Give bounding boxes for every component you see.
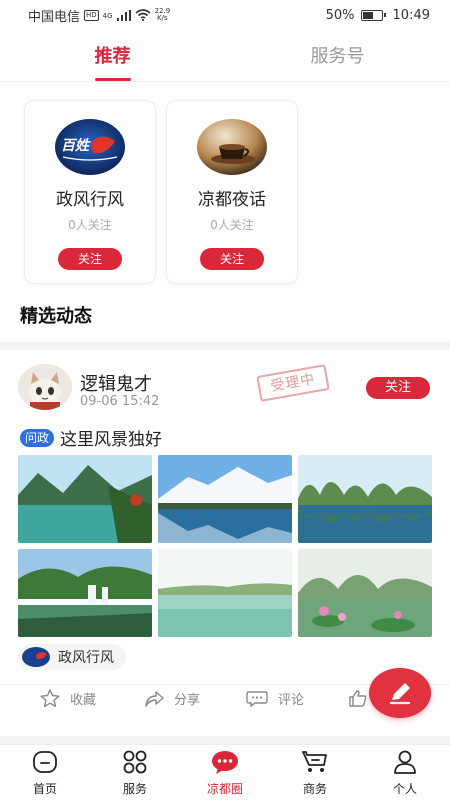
follower-count: 0人关注 <box>210 218 254 232</box>
grid-icon <box>123 750 147 774</box>
collect-label: 收藏 <box>70 693 97 708</box>
nav-label: 商务 <box>302 782 327 796</box>
section-divider <box>0 342 450 350</box>
photo-grid <box>18 455 432 637</box>
nav-circle[interactable]: 凉都圈 <box>180 745 270 800</box>
post-content[interactable]: 问政 这里风景独好 <box>20 425 162 450</box>
nav-divider <box>0 736 450 744</box>
follow-author-button[interactable]: 关注 <box>366 377 430 399</box>
chat-bubble-icon <box>212 751 238 774</box>
nav-label: 凉都圈 <box>206 782 243 796</box>
share-icon <box>145 690 164 707</box>
battery-percent: 50% <box>325 7 355 23</box>
follow-button[interactable]: 关注 <box>58 248 122 270</box>
account-name: 凉都夜话 <box>198 190 266 210</box>
wifi-icon <box>135 9 151 21</box>
account-card[interactable]: 凉都夜话 0人关注 关注 <box>166 100 298 284</box>
battery-icon <box>360 9 386 21</box>
channel-chip[interactable]: 政风行风 <box>18 644 126 670</box>
follow-button[interactable]: 关注 <box>200 248 264 270</box>
top-tabs: 推荐 服务号 <box>0 38 450 82</box>
post-photo[interactable] <box>298 455 432 543</box>
post-photo[interactable] <box>158 549 292 637</box>
comment-icon <box>246 690 268 707</box>
share-label: 分享 <box>174 693 201 708</box>
account-logo <box>197 119 267 175</box>
hd-badge: HD <box>84 9 99 21</box>
account-card[interactable]: 百姓 政风行风 0人关注 关注 <box>24 100 156 284</box>
tab-service-accounts[interactable]: 服务号 <box>225 38 450 81</box>
nav-profile[interactable]: 个人 <box>360 745 450 800</box>
post-photo[interactable] <box>158 455 292 543</box>
author-avatar[interactable] <box>18 364 72 410</box>
cart-icon <box>302 751 327 772</box>
post-photo[interactable] <box>298 549 432 637</box>
nav-home[interactable]: 首页 <box>0 745 90 800</box>
post-time: 09-06 15:42 <box>80 394 160 409</box>
network-type: 4G <box>102 11 113 20</box>
status-bar: 中国电信 HD 4G 22.9 K/s 50% 10:49 <box>0 0 450 30</box>
app-screen: 中国电信 HD 4G 22.9 K/s 50% 10:49 推荐 服务号 百姓 … <box>0 0 450 800</box>
logo-wordmark: 百姓 <box>61 137 91 154</box>
share-action[interactable]: 分享 <box>144 689 200 708</box>
collect-action[interactable]: 收藏 <box>40 689 96 708</box>
account-logo: 百姓 <box>55 119 125 175</box>
nav-business[interactable]: 商务 <box>270 745 360 800</box>
post-text: 这里风景独好 <box>60 430 163 450</box>
person-icon <box>394 750 416 774</box>
status-stamp: 受理中 <box>256 364 330 402</box>
carrier-label: 中国电信 <box>28 9 81 25</box>
nav-label: 首页 <box>32 782 57 796</box>
bottom-nav: 首页 服务 凉都圈 商务 个人 <box>0 744 450 800</box>
thumbs-up-icon <box>349 690 367 707</box>
section-title: 精选动态 <box>20 306 92 327</box>
star-icon <box>40 689 60 708</box>
comment-action[interactable]: 评论 <box>246 689 304 708</box>
account-name: 政风行风 <box>56 190 124 210</box>
nav-services[interactable]: 服务 <box>90 745 180 800</box>
pencil-icon <box>389 683 411 705</box>
post-photo[interactable] <box>18 549 152 637</box>
home-icon <box>33 751 57 773</box>
channel-logo <box>22 647 50 667</box>
post-photo[interactable] <box>18 455 152 543</box>
account-cards: 百姓 政风行风 0人关注 关注 凉都夜话 0人关注 关注 <box>24 100 298 284</box>
net-speed: 22.9 K/s <box>155 8 171 22</box>
category-tag: 问政 <box>20 428 55 447</box>
signal-icon <box>116 9 131 21</box>
nav-label: 服务 <box>122 782 147 796</box>
clock: 10:49 <box>392 7 430 23</box>
tab-recommended[interactable]: 推荐 <box>0 38 225 81</box>
nav-label: 个人 <box>392 782 417 796</box>
compose-fab[interactable] <box>369 668 431 718</box>
battery-level <box>362 11 373 19</box>
follower-count: 0人关注 <box>68 218 112 232</box>
channel-name: 政风行风 <box>58 650 114 666</box>
net-speed-unit: K/s <box>157 14 168 22</box>
comment-label: 评论 <box>278 693 305 708</box>
like-action[interactable] <box>348 689 368 707</box>
author-name[interactable]: 逻辑鬼才 <box>80 370 152 396</box>
